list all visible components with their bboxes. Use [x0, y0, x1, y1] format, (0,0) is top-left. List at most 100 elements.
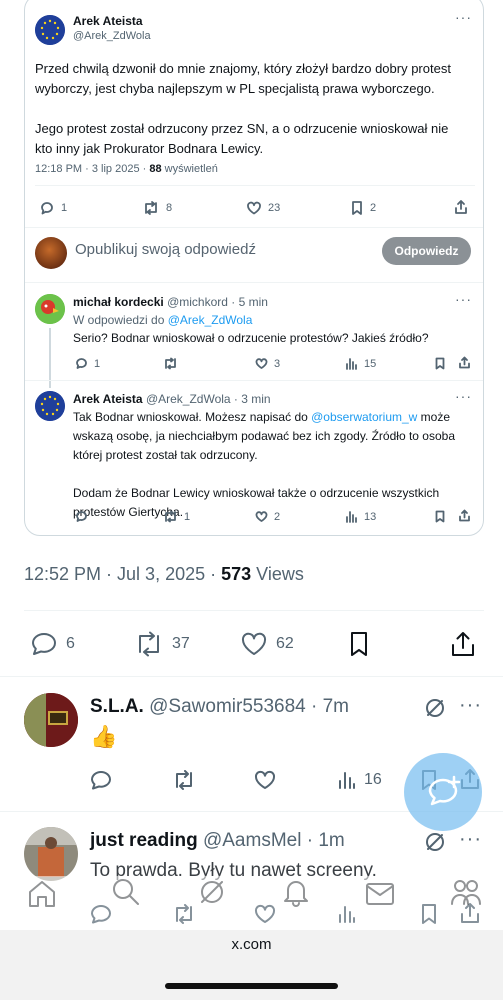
views-button[interactable]: 13 [345, 510, 376, 523]
communities-tab[interactable] [450, 876, 482, 908]
author-name[interactable]: Arek Ateista [73, 14, 143, 28]
replying-to: W odpowiedzi do @Arek_ZdWola [73, 313, 253, 327]
repost-button[interactable] [163, 357, 178, 370]
grok-tab[interactable] [196, 876, 228, 908]
reply-icon [91, 905, 111, 924]
url-bar[interactable]: x.com [0, 936, 503, 953]
reply-button[interactable]: 1 [39, 200, 67, 216]
views-icon [346, 511, 357, 523]
reply-icon [41, 202, 53, 215]
reply-icon [76, 511, 87, 522]
search-icon [113, 879, 139, 905]
divider [35, 185, 475, 186]
repost-icon [165, 510, 176, 523]
reply-icon [91, 771, 111, 790]
comment-text: 👍 [90, 724, 118, 749]
home-icon [29, 881, 55, 907]
thread-line [49, 328, 51, 388]
user-avatar[interactable] [35, 237, 67, 269]
more-icon[interactable]: ··· [455, 388, 472, 404]
reply-avatar[interactable] [35, 294, 65, 324]
bookmark-button[interactable]: 2 [350, 200, 376, 216]
communities-icon [451, 880, 481, 905]
divider [0, 676, 503, 677]
bell-icon [284, 881, 308, 907]
author-handle[interactable]: @Arek_ZdWola [73, 30, 151, 42]
comment-bookmark-button[interactable] [420, 903, 438, 925]
bookmark-icon [422, 904, 436, 924]
grok-icon[interactable] [424, 831, 446, 853]
share-button[interactable] [458, 356, 471, 369]
tweet-timestamp: 12:18 PM · 3 lip 2025 · 88 wyświetleń [35, 163, 218, 175]
home-tab[interactable] [26, 878, 58, 910]
more-icon[interactable]: ··· [459, 694, 482, 717]
heart-icon [241, 632, 267, 655]
share-button[interactable] [458, 509, 471, 522]
grok-icon [201, 881, 223, 903]
comment-avatar[interactable] [24, 827, 78, 881]
like-button[interactable]: 23 [246, 200, 280, 216]
repost-button[interactable]: 1 [163, 510, 190, 523]
like-button[interactable]: 2 [255, 510, 280, 523]
bookmark-icon [435, 357, 445, 370]
bookmark-button[interactable] [434, 357, 446, 370]
home-indicator[interactable] [165, 983, 338, 989]
more-icon[interactable]: ··· [455, 9, 472, 25]
main-share-button[interactable] [450, 630, 476, 658]
divider [24, 610, 484, 611]
repost-icon [139, 631, 159, 657]
reply-button[interactable] [75, 510, 88, 523]
more-icon[interactable]: ··· [455, 291, 472, 307]
repost-button[interactable]: 8 [142, 200, 172, 216]
repost-icon [176, 904, 192, 924]
share-icon [455, 200, 467, 214]
comment-reply-button[interactable] [90, 904, 112, 924]
views-icon [346, 358, 357, 370]
main-timestamp: 12:52 PM · Jul 3, 2025 · 573 Views [24, 564, 304, 584]
heart-icon [247, 201, 261, 215]
reply-button[interactable]: 1 [75, 357, 100, 370]
more-icon[interactable]: ··· [459, 828, 482, 851]
comment-views-button[interactable]: 16 [338, 770, 382, 790]
comment-header: just reading @AamsMel · 1m [90, 830, 345, 851]
share-button[interactable] [453, 199, 469, 215]
messages-tab[interactable] [364, 878, 396, 910]
views-button[interactable]: 15 [345, 357, 376, 370]
compose-reply-fab[interactable] [404, 753, 482, 831]
comment-reply-button[interactable] [90, 770, 112, 790]
main-like-button[interactable]: 62 [240, 631, 294, 657]
comment-repost-button[interactable] [172, 904, 196, 924]
like-button[interactable]: 3 [255, 357, 280, 370]
author-avatar[interactable] [35, 15, 65, 45]
main-repost-button[interactable]: 37 [134, 631, 190, 657]
repost-icon [145, 201, 157, 215]
search-tab[interactable] [110, 876, 142, 908]
share-icon [459, 356, 470, 369]
divider [25, 380, 483, 381]
reply-avatar[interactable] [35, 391, 65, 421]
bookmark-button[interactable] [434, 510, 446, 523]
reply-icon [76, 358, 87, 369]
heart-icon [254, 770, 276, 789]
main-reply-button[interactable]: 6 [30, 631, 75, 657]
grok-icon[interactable] [424, 697, 446, 719]
share-icon [452, 632, 474, 656]
comment-like-button[interactable] [254, 904, 276, 924]
reply-composer-input[interactable]: Opublikuj swoją odpowiedź [75, 241, 256, 258]
comment-avatar[interactable] [24, 693, 78, 747]
notifications-tab[interactable] [280, 876, 312, 908]
reply-text: Tak Bodnar wnioskował. Możesz napisać do… [73, 410, 455, 519]
bookmark-icon [435, 510, 445, 523]
main-bookmark-button[interactable] [348, 631, 370, 657]
comment-views-button[interactable] [338, 904, 356, 924]
reply-plus-icon [428, 775, 461, 806]
mail-icon [366, 883, 394, 905]
divider [25, 282, 483, 283]
comment-repost-button[interactable] [172, 770, 196, 790]
quoted-card[interactable]: Arek Ateista @Arek_ZdWola ··· Przed chwi… [24, 0, 484, 536]
divider [25, 227, 483, 228]
heart-icon [255, 358, 268, 369]
comment-like-button[interactable] [254, 770, 276, 790]
views-icon [339, 772, 355, 789]
reply-submit-button[interactable]: Odpowiedz [382, 237, 471, 265]
